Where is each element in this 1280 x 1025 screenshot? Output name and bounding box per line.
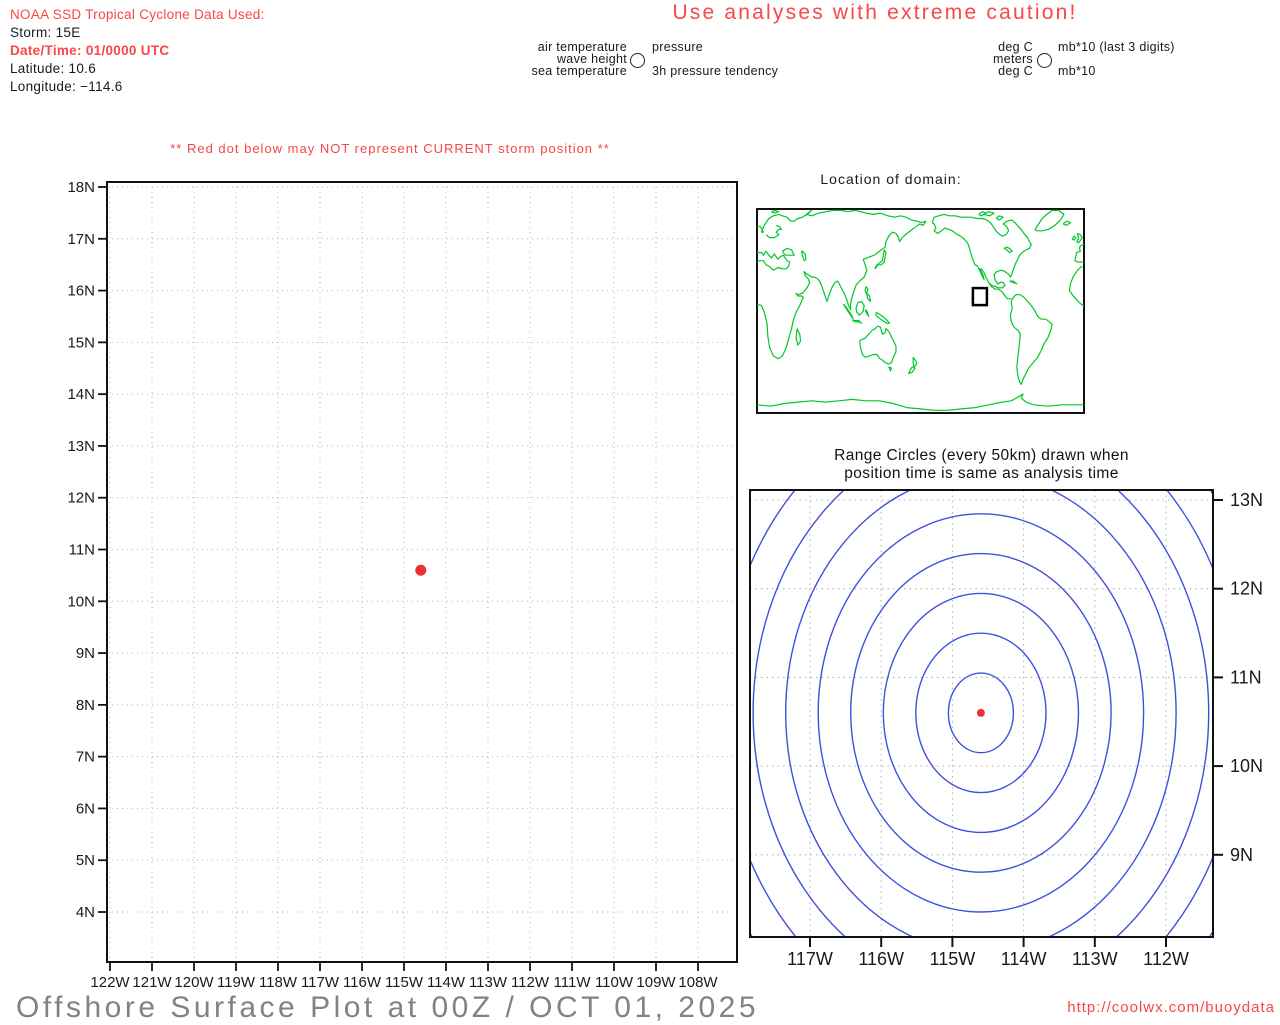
range-plot-lon-tick-label: 112W: [1143, 949, 1189, 969]
range-plot-lat-tick-label: 13N: [1230, 490, 1263, 510]
main-plot-lon-tick-label: 120W: [174, 974, 214, 991]
main-plot-lon-tick-label: 113W: [469, 974, 508, 991]
main-plot-lat-tick-label: 6N: [76, 800, 95, 817]
main-plot-lon-tick-label: 109W: [636, 974, 676, 991]
main-plot-lat-tick-label: 8N: [76, 697, 95, 714]
range-plot-lat-tick-label: 9N: [1230, 845, 1253, 865]
plots-canvas: 122W 121W 120W 119W 118W 117W 116W 115W 114W 113W…: [67, 179, 1263, 991]
range-plot-ticks: [809, 499, 1223, 947]
main-plot-lon-tick-label: 116W: [343, 974, 382, 991]
range-plot-lat-tick-label: 11N: [1230, 667, 1262, 687]
range-plot-lat-tick-label: 12N: [1230, 579, 1263, 599]
main-plot-lat-tick-label: 15N: [67, 334, 95, 351]
storm-position-dot: [415, 564, 427, 576]
offshore-surface-plot-image: { "colors":{ "text_red":"#f94646","accen…: [0, 0, 1280, 1024]
main-plot-ticks: [98, 186, 699, 971]
main-plot-lat-tick-label: 5N: [76, 852, 95, 869]
main-plot-lat-tick-label: 17N: [67, 231, 95, 248]
main-plot-lon-tick-label: 122W: [90, 974, 130, 991]
main-plot-lat-tick-label: 4N: [76, 904, 95, 921]
main-plot-lon-tick-label: 115W: [385, 974, 424, 991]
range-circles-plot: 117W 116W 115W 114W 113W 112W 13N 12N 11N 10N 9N: [749, 489, 1263, 969]
main-plot-lat-tick-label: 14N: [67, 386, 95, 403]
main-plot-lon-tick-label: 111W: [554, 974, 592, 991]
main-plot-lat-tick-label: 9N: [76, 645, 95, 662]
main-plot-lon-tick-label: 112W: [511, 974, 550, 991]
main-plot-lon-tick-label: 121W: [132, 974, 172, 991]
range-plot-lon-tick-label: 116W: [858, 949, 904, 969]
main-plot-lat-tick-label: 13N: [67, 438, 95, 455]
footer-url: http://coolwx.com/buoydata: [1067, 999, 1275, 1016]
world-map: [756, 208, 1085, 414]
main-plot-lat-tick-label: 16N: [67, 283, 95, 300]
main-lat-lon-plot: 122W 121W 120W 119W 118W 117W 116W 115W 114W 113W…: [67, 179, 738, 991]
range-center-storm-dot: [976, 708, 985, 717]
main-plot-lat-tick-label: 7N: [76, 749, 95, 766]
footer-title: Offshore Surface Plot at 00Z / OCT 01, 2…: [16, 991, 760, 1024]
main-plot-lon-tick-label: 114W: [427, 974, 466, 991]
range-plot-lon-tick-label: 114W: [1001, 949, 1047, 969]
range-plot-lon-tick-label: 113W: [1072, 949, 1118, 969]
main-plot-lon-tick-label: 118W: [259, 974, 298, 991]
main-plot-lon-tick-label: 110W: [595, 974, 634, 991]
main-plot-lat-tick-label: 18N: [67, 179, 95, 196]
main-plot-lon-tick-label: 119W: [217, 974, 256, 991]
main-plot-lon-tick-label: 108W: [678, 974, 718, 991]
main-plot-lat-tick-label: 10N: [67, 593, 95, 610]
main-plot-lon-tick-label: 117W: [301, 974, 340, 991]
range-plot-lat-tick-label: 10N: [1230, 756, 1263, 776]
main-plot-lat-tick-label: 12N: [67, 490, 95, 507]
range-plot-lon-tick-label: 117W: [787, 949, 833, 969]
main-plot-lat-tick-label: 11N: [69, 542, 95, 559]
range-plot-lon-tick-label: 115W: [930, 949, 976, 969]
range-circles: [750, 490, 1213, 937]
